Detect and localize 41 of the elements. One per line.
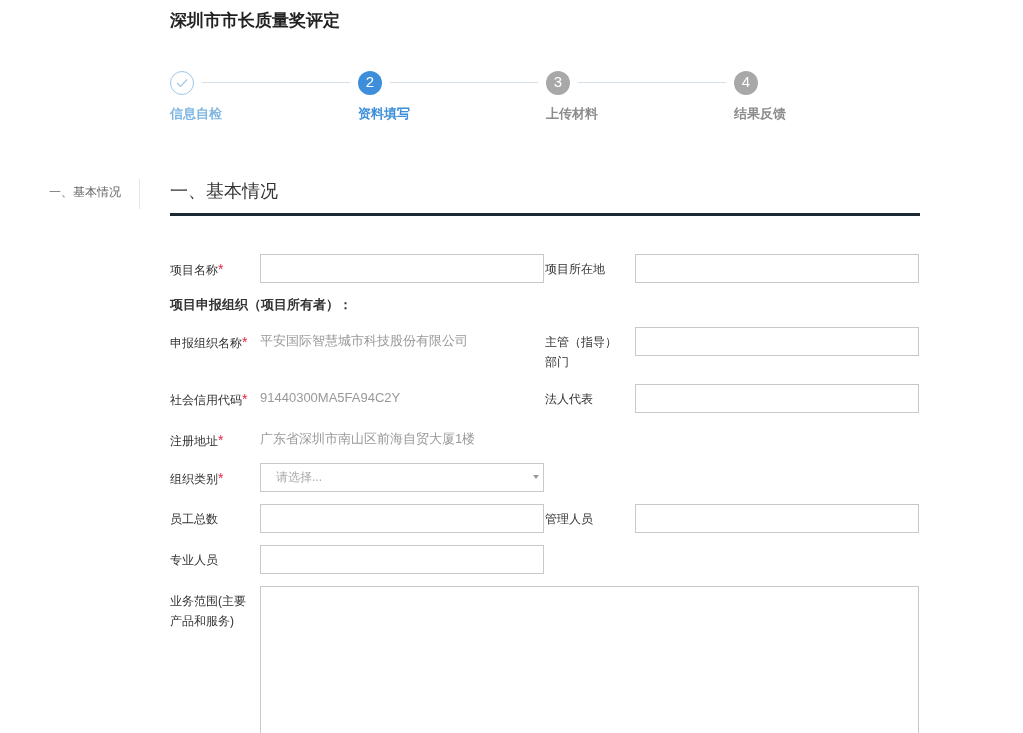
text-input[interactable] (260, 503, 544, 533)
field-label: 法人代表 (545, 391, 593, 406)
text-input[interactable] (260, 254, 544, 283)
field-label: 专业人员 (170, 552, 218, 567)
field-label: 注册地址 (170, 433, 218, 448)
step-label: 资料填写 (358, 104, 411, 123)
text-area[interactable] (260, 585, 919, 733)
text-input[interactable] (635, 383, 919, 413)
page-title: 深圳市市长质量奖评定 (170, 10, 341, 32)
step-label: 结果反馈 (734, 104, 786, 123)
required-asterisk: * (218, 431, 224, 448)
field-value: 平安国际智慧城市科技股份有限公司 (260, 331, 468, 350)
step-marker: 3 (546, 70, 570, 95)
field-label: 社会信用代码 (170, 392, 242, 407)
check-icon (176, 77, 188, 88)
field-value: 91440300MA5FA94C2Y (260, 388, 401, 407)
field-label: 项目所在地 (545, 262, 605, 276)
group-heading: 项目申报组织（项目所有者）： (170, 296, 352, 314)
field-label: 业务范围(主要产品和服务) (170, 593, 246, 628)
field-label: 管理人员 (545, 511, 593, 526)
step-label: 信息自检 (170, 104, 223, 123)
required-asterisk: * (218, 261, 224, 277)
field-value: 广东省深圳市南山区前海自贸大厦1楼 (260, 429, 476, 448)
field-label: 组织类别 (170, 471, 218, 486)
field-label: 员工总数 (170, 511, 218, 526)
text-input[interactable] (635, 254, 919, 283)
text-input[interactable] (260, 544, 544, 574)
field-label: 项目名称 (170, 263, 218, 277)
side-nav-link[interactable]: 一、基本情况 (49, 179, 121, 201)
caret-icon (533, 475, 539, 479)
step-label: 上传材料 (546, 104, 599, 123)
section-title: 一、基本情况 (170, 180, 279, 203)
required-asterisk: * (218, 469, 224, 486)
field-label: 申报组织名称 (170, 335, 242, 350)
text-input[interactable] (635, 326, 919, 356)
required-asterisk: * (242, 390, 248, 407)
step-marker: 4 (734, 70, 758, 95)
required-asterisk: * (242, 333, 248, 350)
text-input[interactable] (635, 503, 919, 533)
step-marker: 2 (358, 70, 382, 95)
field-label: 主管（指导）部门 (545, 334, 617, 369)
